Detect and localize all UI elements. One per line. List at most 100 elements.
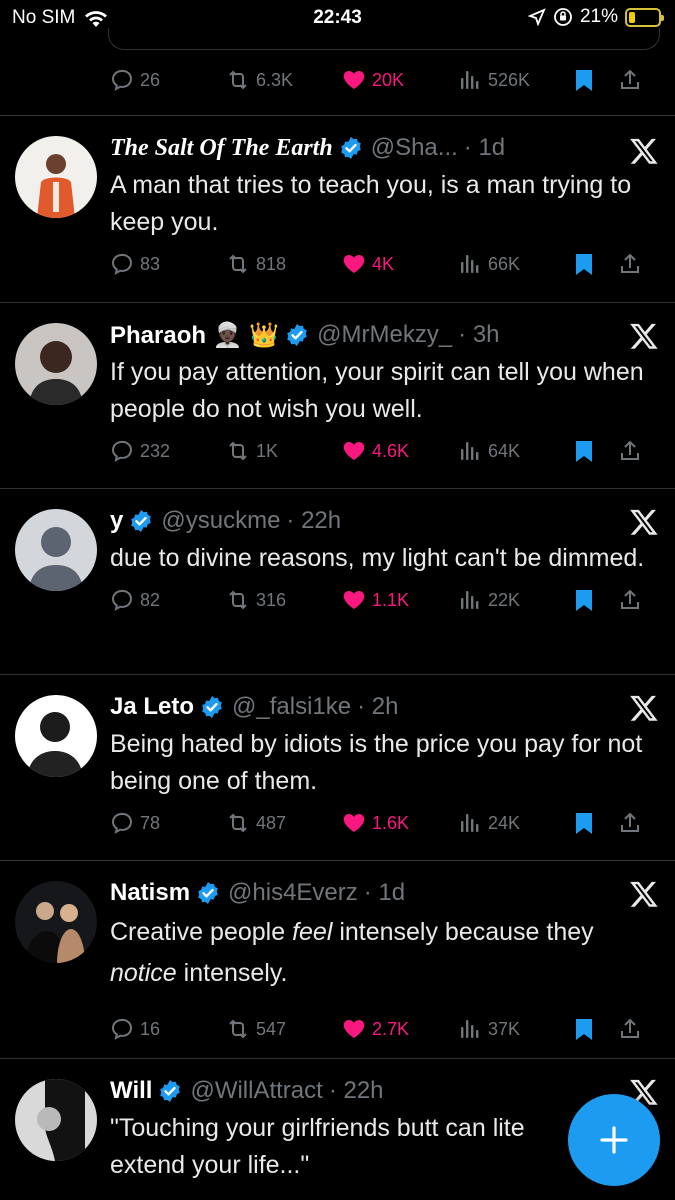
tweet-text: due to divine reasons, my light can't be… (110, 544, 645, 572)
reply-button[interactable]: 16 (110, 1017, 226, 1041)
views-button[interactable]: 526K (458, 68, 572, 92)
share-icon (618, 252, 642, 276)
verified-badge-icon (339, 136, 363, 160)
avatar[interactable] (15, 136, 97, 218)
heart-icon (342, 588, 366, 612)
battery-percent: 21% (579, 6, 618, 27)
location-icon (527, 8, 546, 26)
user-handle[interactable]: @his4Everz (228, 879, 358, 907)
avatar[interactable] (15, 881, 97, 963)
reply-button[interactable]: 26 (110, 68, 226, 92)
tweet-text: Being hated by idiots is the price you p… (110, 730, 643, 795)
share-icon (618, 811, 642, 835)
like-button[interactable]: 20K (342, 68, 458, 92)
repost-button[interactable]: 316 (226, 588, 342, 612)
share-icon (618, 1017, 642, 1041)
user-handle[interactable]: @WillAttract (190, 1077, 322, 1105)
x-logo-icon (629, 321, 659, 351)
tweet[interactable]: Pharaoh 👳🏿‍♂️ 👑 @MrMekzy_ · 3h If you pa… (0, 302, 675, 488)
heart-icon (342, 811, 366, 835)
tweet-time: · 3h (458, 321, 500, 348)
x-logo-icon (629, 507, 659, 537)
tweet[interactable]: The Salt Of The Earth @Sha... · 1d A man… (0, 115, 675, 302)
reply-icon (110, 811, 134, 835)
repost-button[interactable]: 818 (226, 252, 342, 276)
display-name[interactable]: Ja Leto (110, 693, 194, 721)
bookmark-button[interactable] (572, 252, 618, 276)
views-icon (458, 811, 482, 835)
share-button[interactable] (618, 1017, 648, 1041)
user-handle[interactable]: @ysuckme (161, 507, 280, 535)
tweet[interactable]: Ja Leto @_falsi1ke · 2h Being hated by i… (0, 674, 675, 860)
bookmark-icon (572, 588, 596, 612)
views-button[interactable]: 37K (458, 1017, 572, 1041)
verified-badge-icon (200, 695, 224, 719)
user-handle[interactable]: @Sha... (371, 134, 458, 162)
user-handle[interactable]: @_falsi1ke (232, 693, 351, 721)
battery-icon (625, 7, 664, 27)
like-button[interactable]: 1.1K (342, 588, 458, 612)
avatar[interactable] (15, 695, 97, 777)
reply-button[interactable]: 83 (110, 252, 226, 276)
tweet-text: "Touching your girlfriends butt can lite… (110, 1114, 525, 1179)
verified-badge-icon (129, 509, 153, 533)
tweet-time: · 1d (363, 879, 406, 906)
bookmark-button[interactable] (572, 588, 618, 612)
display-name[interactable]: Natism (110, 879, 190, 907)
heart-icon (342, 1017, 366, 1041)
heart-icon (342, 68, 366, 92)
display-name[interactable]: The Salt Of The Earth (110, 135, 333, 162)
bookmark-button[interactable] (572, 1017, 618, 1041)
reply-icon (110, 252, 134, 276)
user-handle[interactable]: @MrMekzy_ (317, 321, 452, 349)
avatar[interactable] (15, 1079, 97, 1161)
share-button[interactable] (618, 588, 648, 612)
tweet[interactable]: y @ysuckme · 22h due to divine reasons, … (0, 488, 675, 674)
bookmark-button[interactable] (572, 439, 618, 463)
bookmark-button[interactable] (572, 811, 618, 835)
avatar[interactable] (15, 323, 97, 405)
repost-icon (226, 252, 250, 276)
repost-icon (226, 439, 250, 463)
share-icon (618, 68, 642, 92)
share-button[interactable] (618, 439, 648, 463)
views-button[interactable]: 24K (458, 811, 572, 835)
display-name[interactable]: Will (110, 1077, 152, 1105)
like-button[interactable]: 1.6K (342, 811, 458, 835)
tweet[interactable]: Natism @his4Everz · 1d Creative people f… (0, 860, 675, 1058)
views-icon (458, 68, 482, 92)
avatar[interactable] (15, 509, 97, 591)
repost-button[interactable]: 6.3K (226, 68, 342, 92)
tweet-time: · 2h (357, 693, 399, 720)
like-button[interactable]: 2.7K (342, 1017, 458, 1041)
reply-button[interactable]: 78 (110, 811, 226, 835)
repost-button[interactable]: 1K (226, 439, 342, 463)
bookmark-icon (572, 439, 596, 463)
repost-button[interactable]: 547 (226, 1017, 342, 1041)
reply-button[interactable]: 82 (110, 588, 226, 612)
orientation-lock-icon (554, 8, 572, 26)
display-name[interactable]: Pharaoh 👳🏿‍♂️ 👑 (110, 321, 279, 350)
views-button[interactable]: 22K (458, 588, 572, 612)
share-button[interactable] (618, 811, 648, 835)
bookmark-icon (572, 811, 596, 835)
bookmark-icon (572, 1017, 596, 1041)
display-name[interactable]: y (110, 507, 123, 535)
views-button[interactable]: 64K (458, 439, 572, 463)
like-button[interactable]: 4.6K (342, 439, 458, 463)
views-icon (458, 439, 482, 463)
compose-button[interactable] (568, 1094, 660, 1186)
repost-button[interactable]: 487 (226, 811, 342, 835)
share-button[interactable] (618, 252, 648, 276)
tweet-text: If you pay attention, your spirit can te… (110, 358, 644, 423)
reply-button[interactable]: 232 (110, 439, 226, 463)
repost-icon (226, 811, 250, 835)
tweet-text: Creative people feel intensely because t… (110, 918, 594, 987)
bookmark-button[interactable] (572, 68, 618, 92)
like-button[interactable]: 4K (342, 252, 458, 276)
quoted-tweet-card-edge[interactable] (108, 28, 660, 50)
tweet-time: · 1d (463, 134, 506, 161)
share-button[interactable] (618, 68, 648, 92)
views-button[interactable]: 66K (458, 252, 572, 276)
tweet-time: · 22h (328, 1077, 384, 1104)
